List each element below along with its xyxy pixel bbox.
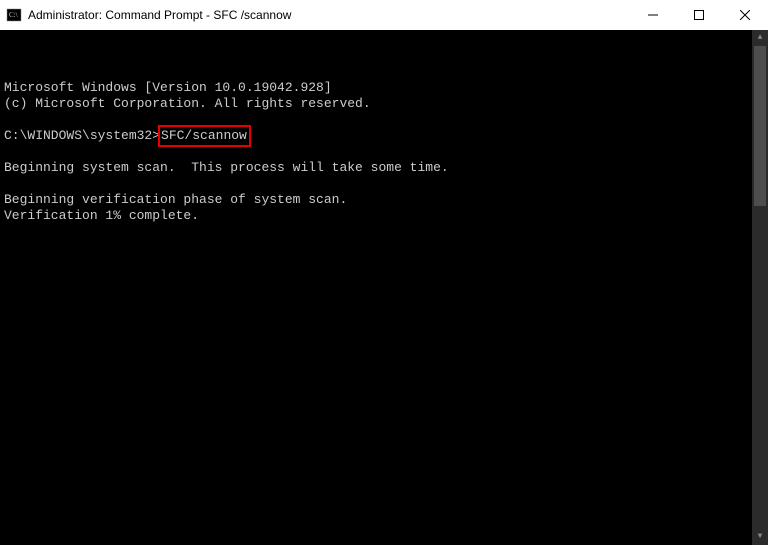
minimize-button[interactable] — [630, 0, 676, 30]
console-text: Microsoft Windows [Version 10.0.19042.92… — [4, 64, 748, 545]
window-title: Administrator: Command Prompt - SFC /sca… — [28, 8, 630, 22]
prompt-text: C:\WINDOWS\system32> — [4, 128, 160, 143]
prompt-line: C:\WINDOWS\system32>SFC/scannow — [4, 128, 748, 144]
output-line: Beginning system scan. This process will… — [4, 160, 748, 176]
titlebar[interactable]: C:\ Administrator: Command Prompt - SFC … — [0, 0, 768, 30]
vertical-scrollbar[interactable]: ▲ ▼ — [752, 30, 768, 545]
svg-text:C:\: C:\ — [9, 11, 18, 19]
highlighted-command: SFC/scannow — [158, 125, 251, 147]
scroll-down-icon[interactable]: ▼ — [752, 529, 768, 545]
output-line: Beginning verification phase of system s… — [4, 192, 748, 208]
scroll-up-icon[interactable]: ▲ — [752, 30, 768, 46]
output-line: Verification 1% complete. — [4, 208, 748, 224]
maximize-button[interactable] — [676, 0, 722, 30]
command-prompt-window: C:\ Administrator: Command Prompt - SFC … — [0, 0, 768, 545]
close-button[interactable] — [722, 0, 768, 30]
command-text: SFC/scannow — [161, 128, 247, 143]
window-controls — [630, 0, 768, 30]
blank-line — [4, 176, 748, 192]
output-line: (c) Microsoft Corporation. All rights re… — [4, 96, 748, 112]
scrollbar-thumb[interactable] — [754, 46, 766, 206]
output-line: Microsoft Windows [Version 10.0.19042.92… — [4, 80, 748, 96]
console-area[interactable]: Microsoft Windows [Version 10.0.19042.92… — [0, 30, 768, 545]
blank-line — [4, 144, 748, 160]
blank-line — [4, 112, 748, 128]
app-icon: C:\ — [6, 7, 22, 23]
